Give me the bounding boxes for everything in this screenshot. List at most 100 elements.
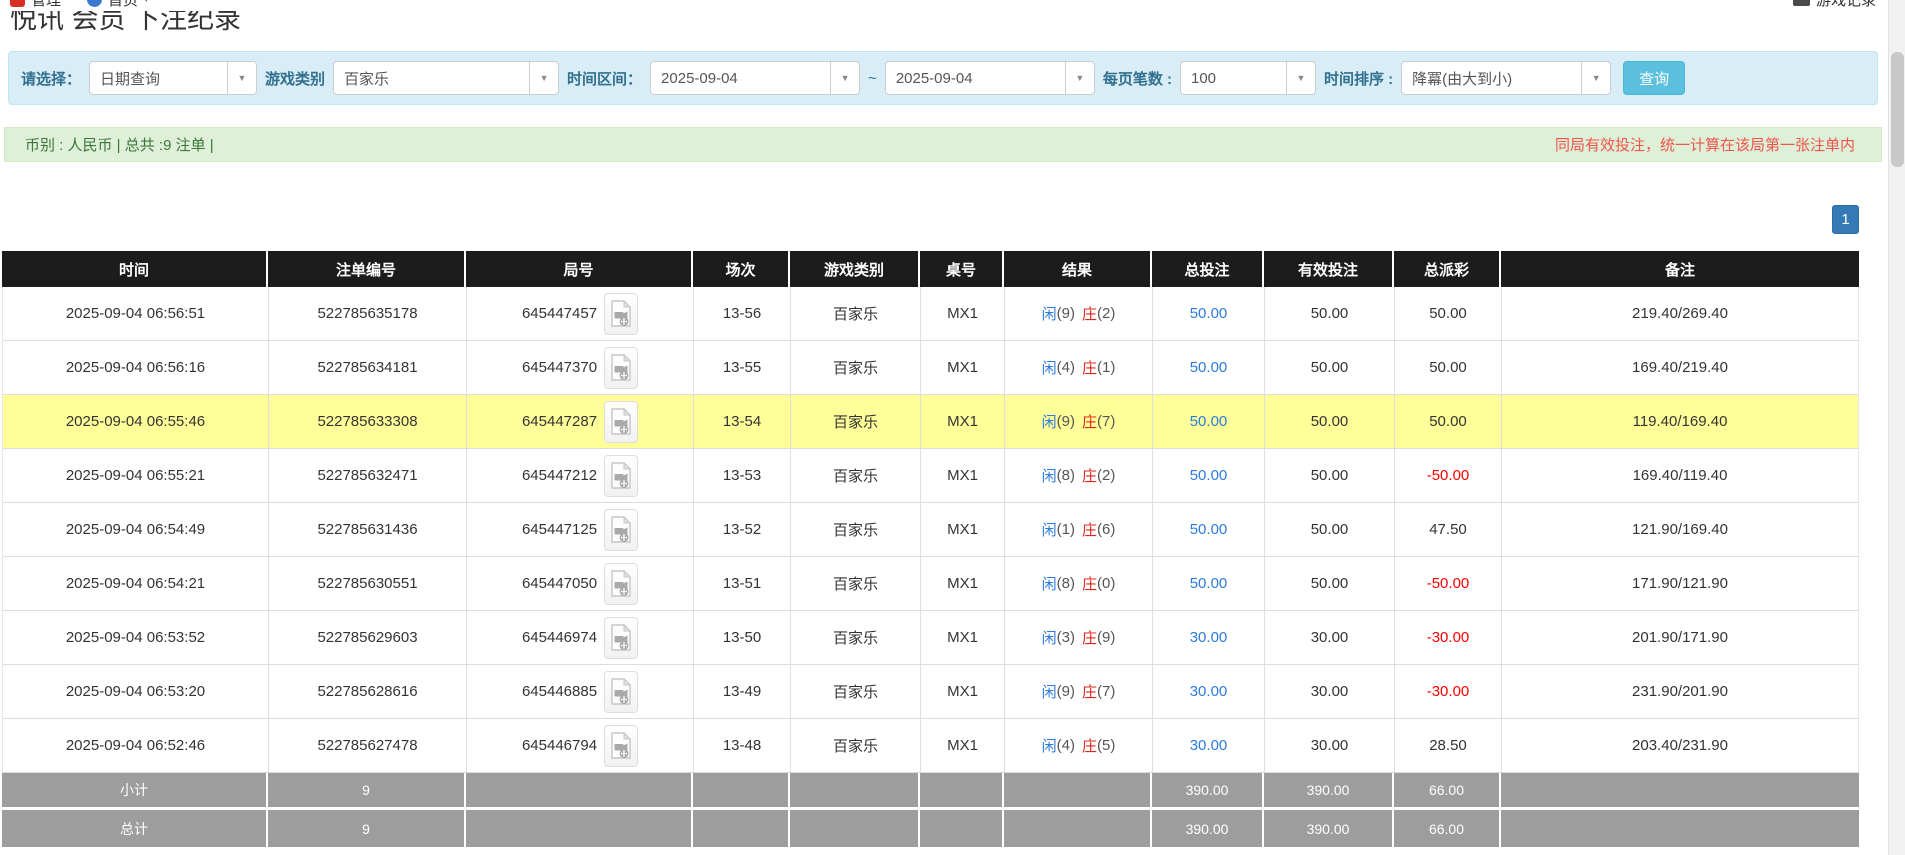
cell-bet-id: 522785630551 xyxy=(269,557,467,610)
video-replay-button[interactable] xyxy=(604,509,638,551)
total-bet-link[interactable]: 50.00 xyxy=(1190,305,1228,322)
table-row: 2025-09-04 06:56:16 522785634181 6454473… xyxy=(2,341,1859,395)
cell-time: 2025-09-04 06:53:20 xyxy=(3,665,269,718)
cell-result: 闲(4) 庄(5) xyxy=(1005,719,1153,772)
table-total-row: 小计 9 390.00 390.00 66.00 xyxy=(2,773,1859,810)
cell-total-bet: 50.00 xyxy=(1153,503,1265,556)
page-button-1[interactable]: 1 xyxy=(1832,205,1859,234)
video-replay-icon xyxy=(610,678,632,706)
sort-select-value: 降冪(由大到小) xyxy=(1402,62,1581,94)
date-to-value: 2025-09-04 xyxy=(886,62,1065,94)
sort-select[interactable]: 降冪(由大到小) ▼ xyxy=(1401,61,1611,95)
cell-total-bet: 50.00 xyxy=(1153,287,1265,340)
banker-label: 庄 xyxy=(1082,573,1097,594)
filter-panel: 请选择： 日期查询 ▼ 游戏类别 百家乐 ▼ 时间区间： 2025-09-04 … xyxy=(8,51,1878,105)
video-replay-button[interactable] xyxy=(604,725,638,767)
cell-game-type: 百家乐 xyxy=(791,287,921,340)
video-replay-icon xyxy=(610,624,632,652)
player-label: 闲 xyxy=(1042,735,1057,756)
total-bet-link[interactable]: 30.00 xyxy=(1190,629,1228,646)
player-label: 闲 xyxy=(1042,357,1057,378)
video-replay-icon xyxy=(610,570,632,598)
column-header-0: 时间 xyxy=(2,251,268,287)
total-bet-link[interactable]: 50.00 xyxy=(1190,359,1228,376)
vertical-scrollbar-thumb[interactable] xyxy=(1891,52,1904,167)
banker-score: (0) xyxy=(1097,575,1115,592)
round-id: 645446974 xyxy=(522,629,597,646)
cell-round-id: 645447125 xyxy=(467,503,694,556)
video-replay-icon xyxy=(610,408,632,436)
total-bet-link[interactable]: 50.00 xyxy=(1190,575,1228,592)
cell-round-id: 645447457 xyxy=(467,287,694,340)
video-replay-button[interactable] xyxy=(604,455,638,497)
video-replay-icon xyxy=(610,354,632,382)
player-score: (4) xyxy=(1057,359,1075,376)
video-replay-button[interactable] xyxy=(604,347,638,389)
cell-round-id: 645446794 xyxy=(467,719,694,772)
total-bet-link[interactable]: 50.00 xyxy=(1190,521,1228,538)
cell-time: 2025-09-04 06:55:46 xyxy=(3,395,269,448)
cell-game-type: 百家乐 xyxy=(791,395,921,448)
cell-game-type: 百家乐 xyxy=(791,503,921,556)
empty-cell xyxy=(920,810,1004,847)
column-header-4: 游戏类别 xyxy=(790,251,920,287)
total-bet-link[interactable]: 50.00 xyxy=(1190,467,1228,484)
video-replay-button[interactable] xyxy=(604,617,638,659)
total-bet-link[interactable]: 30.00 xyxy=(1190,683,1228,700)
cell-valid-bet: 50.00 xyxy=(1265,341,1395,394)
cell-session: 13-50 xyxy=(694,611,791,664)
vertical-scrollbar-track[interactable] xyxy=(1888,0,1905,855)
cell-total-bet: 50.00 xyxy=(1153,557,1265,610)
cell-note: 219.40/269.40 xyxy=(1502,287,1858,340)
nav-item-admin[interactable]: 管理 xyxy=(10,0,61,10)
mode-select[interactable]: 日期查询 ▼ xyxy=(89,61,257,95)
table-row: 2025-09-04 06:55:46 522785633308 6454472… xyxy=(2,395,1859,449)
nav-item-game-records-label: 游戏记录 xyxy=(1816,0,1876,10)
empty-cell xyxy=(693,810,790,847)
cell-note: 203.40/231.90 xyxy=(1502,719,1858,772)
date-to-select[interactable]: 2025-09-04 ▼ xyxy=(885,61,1095,95)
player-label: 闲 xyxy=(1042,465,1057,486)
cell-total-bet: 30.00 xyxy=(1153,611,1265,664)
chevron-down-icon: ▼ xyxy=(1065,62,1094,94)
blue-globe-icon xyxy=(87,0,102,7)
nav-item-home[interactable]: 首页 ▾ xyxy=(87,0,149,10)
cell-bet-id: 522785634181 xyxy=(269,341,467,394)
empty-cell xyxy=(466,810,693,847)
cell-bet-id: 522785632471 xyxy=(269,449,467,502)
table-row: 2025-09-04 06:53:20 522785628616 6454468… xyxy=(2,665,1859,719)
video-replay-button[interactable] xyxy=(604,293,638,335)
total-bet-link[interactable]: 50.00 xyxy=(1190,413,1228,430)
page-size-select[interactable]: 100 ▼ xyxy=(1180,61,1316,95)
cell-payout: 47.50 xyxy=(1395,503,1502,556)
cell-session: 13-54 xyxy=(694,395,791,448)
page-size-value: 100 xyxy=(1181,62,1286,94)
chevron-down-icon: ▼ xyxy=(529,62,558,94)
cell-table-no: MX1 xyxy=(921,719,1005,772)
game-type-select[interactable]: 百家乐 ▼ xyxy=(333,61,559,95)
empty-cell xyxy=(1501,773,1859,807)
valid-bet-sum: 390.00 xyxy=(1264,810,1394,847)
cell-total-bet: 50.00 xyxy=(1153,395,1265,448)
banker-label: 庄 xyxy=(1082,411,1097,432)
column-header-8: 有效投注 xyxy=(1264,251,1394,287)
video-replay-button[interactable] xyxy=(604,401,638,443)
search-button[interactable]: 查询 xyxy=(1623,61,1685,95)
video-replay-button[interactable] xyxy=(604,563,638,605)
total-row-label: 小计 xyxy=(2,773,268,807)
nav-item-admin-label: 管理 xyxy=(31,0,61,10)
cell-note: 169.40/219.40 xyxy=(1502,341,1858,394)
empty-cell xyxy=(466,773,693,807)
table-row: 2025-09-04 06:55:21 522785632471 6454472… xyxy=(2,449,1859,503)
total-bet-link[interactable]: 30.00 xyxy=(1190,737,1228,754)
date-from-select[interactable]: 2025-09-04 ▼ xyxy=(650,61,860,95)
cell-note: 201.90/171.90 xyxy=(1502,611,1858,664)
round-id: 645447125 xyxy=(522,521,597,538)
empty-cell xyxy=(1004,810,1152,847)
video-replay-button[interactable] xyxy=(604,671,638,713)
video-replay-icon xyxy=(610,732,632,760)
cell-time: 2025-09-04 06:55:21 xyxy=(3,449,269,502)
nav-item-game-records[interactable]: 游戏记录 xyxy=(1793,0,1876,10)
banker-label: 庄 xyxy=(1082,735,1097,756)
table-header-row: 时间注单编号局号场次游戏类别桌号结果总投注有效投注总派彩备注 xyxy=(2,251,1859,287)
